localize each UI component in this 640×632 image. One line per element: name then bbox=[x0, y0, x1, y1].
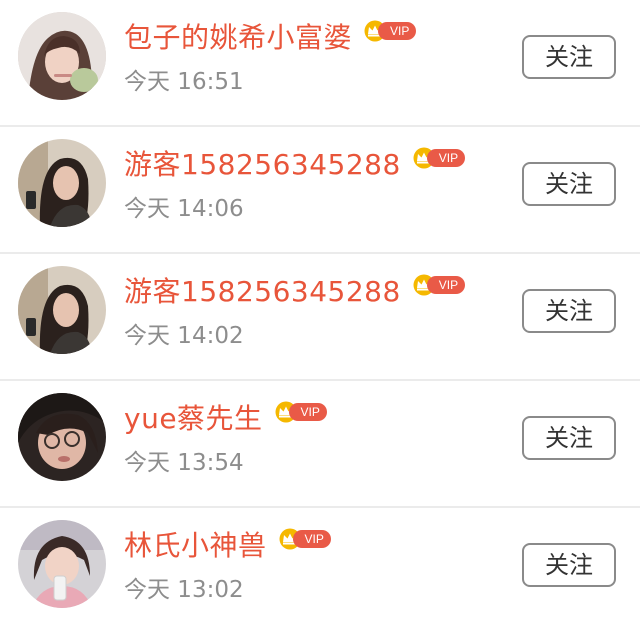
vip-badge: VIP bbox=[273, 401, 331, 423]
vip-badge: VIP bbox=[277, 528, 335, 550]
follow-button[interactable]: 关注 bbox=[522, 162, 616, 206]
list-item[interactable]: 林氏小神兽 VIP 今天 13:02 关注 bbox=[0, 508, 640, 632]
avatar[interactable] bbox=[18, 266, 106, 354]
name-line: 游客158256345288 VIP bbox=[124, 143, 469, 187]
avatar-user-5-icon bbox=[18, 520, 106, 608]
user-name[interactable]: 游客158256345288 bbox=[124, 270, 401, 314]
name-line: 包子的姚希小富婆 VIP bbox=[124, 16, 420, 60]
user-name[interactable]: yue蔡先生 bbox=[124, 397, 263, 441]
follower-list: 包子的姚希小富婆 VIP 今天 16:51 关注 游客158256345288 … bbox=[0, 0, 640, 632]
follow-button[interactable]: 关注 bbox=[522, 543, 616, 587]
user-name[interactable]: 包子的姚希小富婆 bbox=[124, 16, 352, 60]
list-item[interactable]: yue蔡先生 VIP 今天 13:54 关注 bbox=[0, 381, 640, 508]
avatar-user-2-icon bbox=[18, 139, 106, 227]
user-name[interactable]: 游客158256345288 bbox=[124, 143, 401, 187]
avatar[interactable] bbox=[18, 520, 106, 608]
avatar[interactable] bbox=[18, 139, 106, 227]
list-item[interactable]: 游客158256345288 VIP 今天 14:02 关注 bbox=[0, 254, 640, 381]
timestamp: 今天 13:02 bbox=[124, 577, 244, 603]
follow-button[interactable]: 关注 bbox=[522, 416, 616, 460]
name-line: 游客158256345288 VIP bbox=[124, 270, 469, 314]
vip-badge: VIP bbox=[411, 274, 469, 296]
vip-badge: VIP bbox=[411, 147, 469, 169]
vip-label: VIP bbox=[426, 149, 466, 167]
vip-label: VIP bbox=[378, 22, 417, 40]
avatar-user-1-icon bbox=[18, 12, 106, 100]
timestamp: 今天 14:02 bbox=[124, 323, 244, 349]
timestamp: 今天 16:51 bbox=[124, 69, 244, 95]
name-line: 林氏小神兽 VIP bbox=[124, 524, 335, 568]
follow-button[interactable]: 关注 bbox=[522, 289, 616, 333]
timestamp: 今天 14:06 bbox=[124, 196, 244, 222]
timestamp: 今天 13:54 bbox=[124, 450, 244, 476]
vip-label: VIP bbox=[426, 276, 466, 294]
vip-label: VIP bbox=[288, 403, 327, 421]
list-item[interactable]: 游客158256345288 VIP 今天 14:06 关注 bbox=[0, 127, 640, 254]
name-line: yue蔡先生 VIP bbox=[124, 397, 331, 441]
avatar-user-3-icon bbox=[18, 266, 106, 354]
list-item[interactable]: 包子的姚希小富婆 VIP 今天 16:51 关注 bbox=[0, 0, 640, 127]
avatar[interactable] bbox=[18, 12, 106, 100]
vip-label: VIP bbox=[292, 530, 331, 548]
user-name[interactable]: 林氏小神兽 bbox=[124, 524, 267, 568]
avatar[interactable] bbox=[18, 393, 106, 481]
follow-button[interactable]: 关注 bbox=[522, 35, 616, 79]
vip-badge: VIP bbox=[362, 20, 420, 42]
avatar-user-4-icon bbox=[18, 393, 106, 481]
